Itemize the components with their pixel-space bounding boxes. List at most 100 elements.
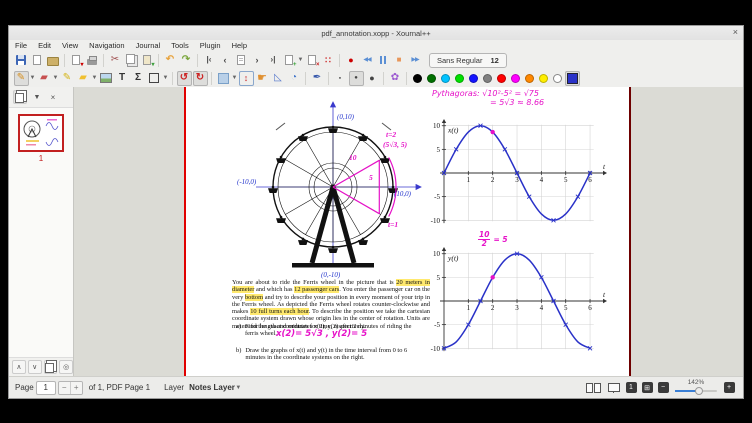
vertical-space-button[interactable]: ↕ <box>239 71 254 86</box>
color-swatch-2[interactable] <box>441 74 450 83</box>
rotation-snapping-button[interactable]: ↻ <box>193 71 208 86</box>
save-button[interactable] <box>14 53 29 68</box>
menu-plugin[interactable]: Plugin <box>200 41 221 50</box>
menu-help[interactable]: Help <box>232 41 247 50</box>
sidebar-down-button[interactable]: ∨ <box>28 360 42 374</box>
sidebar-up-button[interactable]: ∧ <box>12 360 26 374</box>
select-rectangle-button[interactable] <box>216 71 231 86</box>
color-swatch-8[interactable] <box>525 74 534 83</box>
window-close-button[interactable]: × <box>733 27 738 37</box>
rewind-button[interactable]: ◀◀ <box>360 53 375 68</box>
pen-dropdown[interactable]: ▼ <box>29 71 36 86</box>
spline-tool-button[interactable]: ✒ <box>310 71 325 86</box>
zoom-slider-knob[interactable] <box>695 387 703 395</box>
select-object-button[interactable]: ◺ <box>271 71 286 86</box>
sidebar-copy-page-button[interactable] <box>44 360 58 374</box>
shape-recognizer-button[interactable]: ↺ <box>177 71 192 86</box>
pause-button[interactable] <box>376 53 391 68</box>
zoom-in-button[interactable]: + <box>724 382 735 393</box>
color-swatch-7[interactable] <box>511 74 520 83</box>
image-tool-button[interactable] <box>99 71 114 86</box>
zoom-out-button[interactable]: − <box>658 382 669 393</box>
svg-text:2: 2 <box>491 304 495 312</box>
stop-button[interactable]: ■ <box>392 53 407 68</box>
open-button[interactable] <box>46 53 61 68</box>
menu-tools[interactable]: Tools <box>171 41 189 50</box>
dual-page-view-button[interactable] <box>586 383 601 393</box>
text-tool-button[interactable]: T <box>115 71 130 86</box>
previous-page-button[interactable]: ‹ <box>218 53 233 68</box>
menu-view[interactable]: View <box>62 41 78 50</box>
thickness-medium-button[interactable]: ● <box>349 71 364 86</box>
wheel-label-left: (-10,0) <box>237 178 257 186</box>
color-swatch-4[interactable] <box>469 74 478 83</box>
page-increment-button[interactable]: + <box>71 382 82 394</box>
play-object-button[interactable]: ◔ <box>287 71 302 86</box>
goto-page-button[interactable] <box>234 53 249 68</box>
menu-journal[interactable]: Journal <box>136 41 161 50</box>
undo-button[interactable]: ↶ <box>163 53 178 68</box>
add-page-button[interactable]: + <box>282 53 297 68</box>
menu-file[interactable]: File <box>15 41 27 50</box>
menu-edit[interactable]: Edit <box>38 41 51 50</box>
shapes-dropdown[interactable]: ▼ <box>162 71 169 86</box>
first-page-button[interactable]: |‹ <box>202 53 217 68</box>
color-swatch-1[interactable] <box>427 74 436 83</box>
wheel-annotation-height: 5 <box>369 173 373 182</box>
color-swatch-5[interactable] <box>483 74 492 83</box>
last-page-button[interactable]: ›| <box>266 53 281 68</box>
page-decrement-button[interactable]: − <box>59 382 71 394</box>
fill-tool-button[interactable]: ▰ <box>76 71 91 86</box>
print-button[interactable] <box>85 53 100 68</box>
color-palette <box>410 74 564 83</box>
thickness-thick-button[interactable]: ● <box>365 71 380 86</box>
color-swatch-10[interactable] <box>553 74 562 83</box>
tex-tool-button[interactable]: Σ <box>131 71 146 86</box>
delete-page-button[interactable]: × <box>305 53 320 68</box>
menu-navigation[interactable]: Navigation <box>89 41 124 50</box>
presentation-mode-button[interactable] <box>608 383 620 392</box>
fill-dropdown[interactable]: ▼ <box>91 71 98 86</box>
paste-button[interactable]: ▾ <box>140 53 155 68</box>
color-swatch-6[interactable] <box>497 74 506 83</box>
layer-dropdown[interactable]: ▼ <box>235 380 242 395</box>
export-pdf-button[interactable]: ▾ <box>69 53 84 68</box>
color-swatch-0[interactable] <box>413 74 422 83</box>
add-page-dropdown[interactable]: ▼ <box>297 53 304 68</box>
pdf-page-canvas[interactable]: Pythagoras: √10²-5² = √75 = 5√3 ≈ 8.66 <box>184 87 631 376</box>
hand-tool-button[interactable]: ☛ <box>255 71 270 86</box>
eraser-tool-button[interactable]: ▰ <box>37 71 52 86</box>
wheel-annotation-point: (5√3, 5) <box>383 140 408 149</box>
new-document-button[interactable] <box>30 53 45 68</box>
selection-dropdown[interactable]: ▼ <box>231 71 238 86</box>
page-thumbnail[interactable] <box>18 114 64 152</box>
font-selector[interactable]: Sans Regular 12 <box>429 53 507 68</box>
pen-tool-button[interactable]: ✎ <box>14 71 29 86</box>
page-number-input[interactable]: 1 <box>36 381 56 395</box>
color-chooser-button[interactable]: ✿ <box>388 71 403 86</box>
sidebar-dropdown[interactable]: ▼ <box>31 91 43 103</box>
forward-button[interactable]: ▶▶ <box>408 53 423 68</box>
next-page-button[interactable]: › <box>250 53 265 68</box>
cut-button[interactable]: ✂ <box>108 53 123 68</box>
thickness-fine-button[interactable]: ● <box>333 71 348 86</box>
zoom-slider[interactable] <box>675 387 717 395</box>
fit-page-button[interactable]: ⊞ <box>642 382 653 393</box>
fit-width-button[interactable]: 1 <box>626 382 637 393</box>
copy-button[interactable] <box>124 53 139 68</box>
preview-pages-tab[interactable] <box>13 90 27 104</box>
selected-color-button[interactable] <box>565 71 580 86</box>
color-swatch-9[interactable] <box>539 74 548 83</box>
svg-text:3: 3 <box>515 304 519 312</box>
sidebar-close-button[interactable]: × <box>47 91 59 103</box>
redo-button[interactable]: ↷ <box>179 53 194 68</box>
shapes-tool-button[interactable] <box>147 71 162 86</box>
highlighter-tool-button[interactable]: ✎ <box>60 71 75 86</box>
fullscreen-button[interactable]: ∷ <box>321 53 336 68</box>
layer-value[interactable]: Notes Layer <box>189 383 235 392</box>
color-swatch-3[interactable] <box>455 74 464 83</box>
record-audio-button[interactable]: ● <box>344 53 359 68</box>
eraser-dropdown[interactable]: ▼ <box>52 71 59 86</box>
wheel-label-right: (10,0) <box>394 190 412 198</box>
sidebar-target-button[interactable]: ◎ <box>59 360 73 374</box>
